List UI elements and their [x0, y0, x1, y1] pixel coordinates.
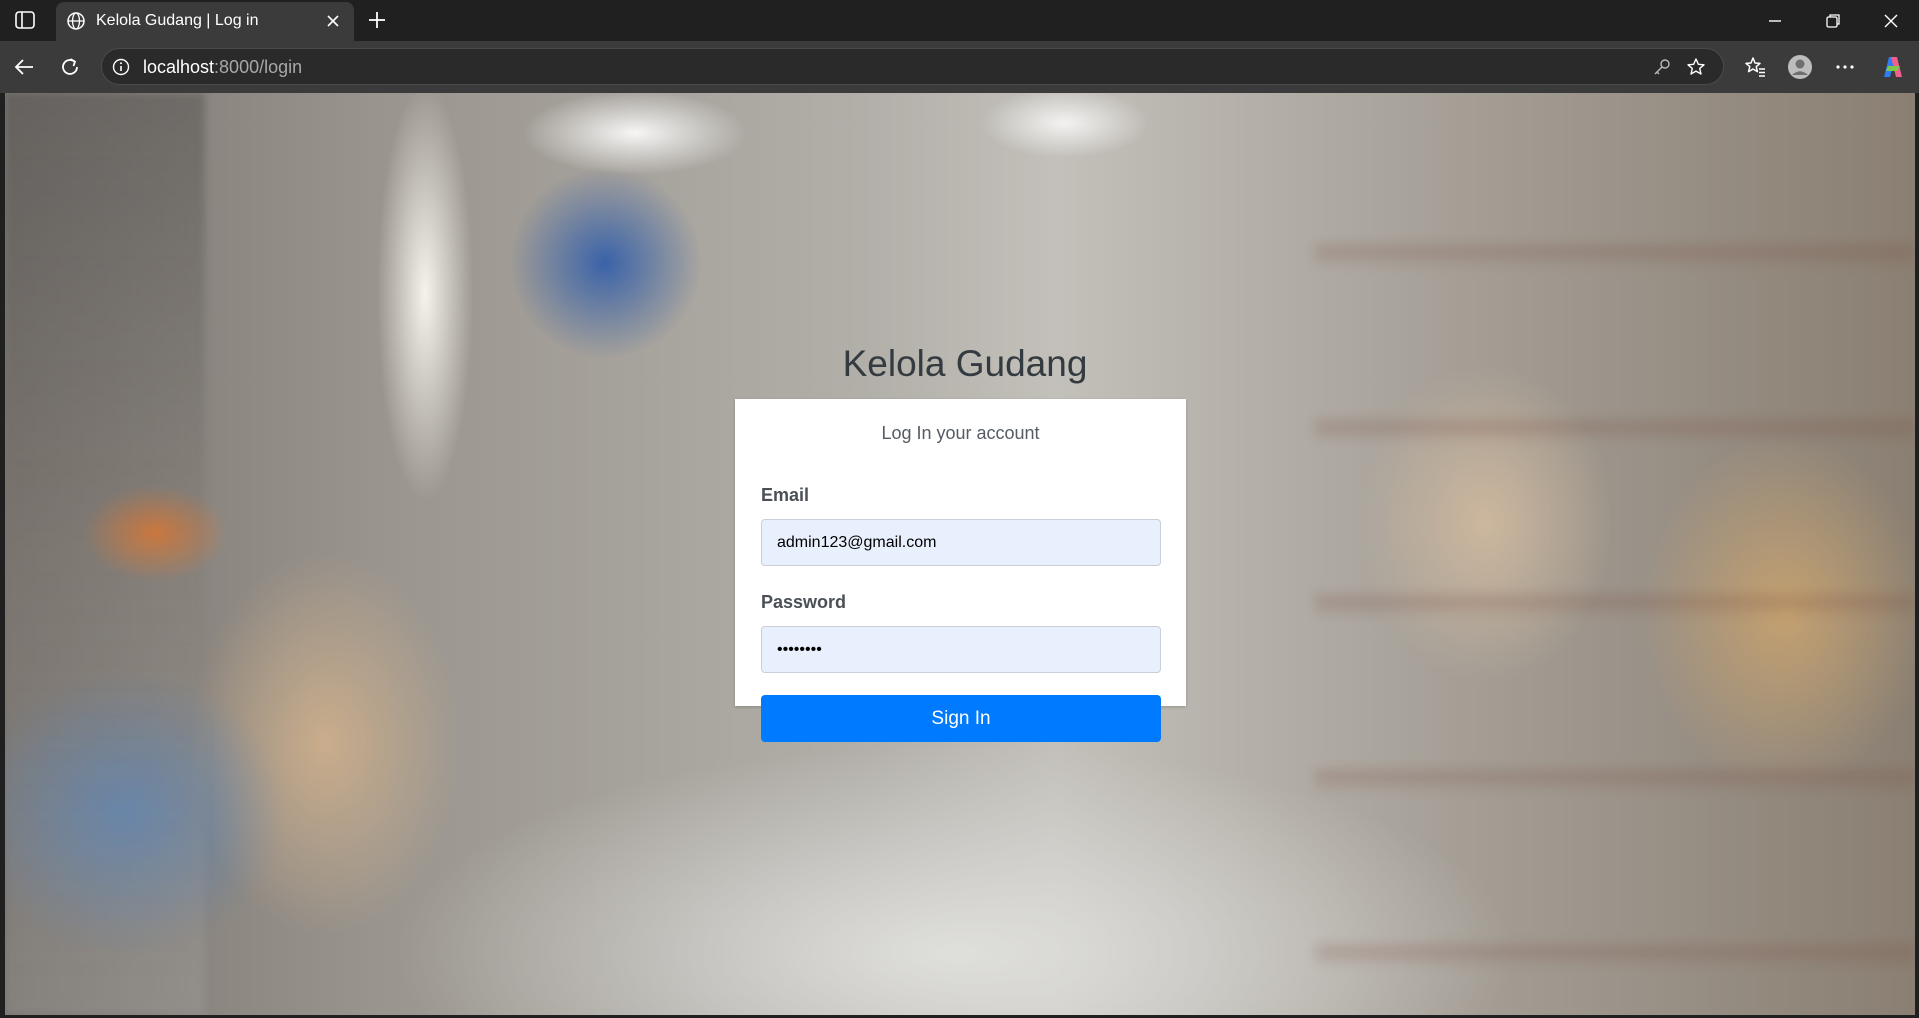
window-close-icon[interactable] — [1880, 10, 1902, 32]
copilot-icon[interactable] — [1880, 54, 1906, 80]
back-arrow-icon[interactable] — [11, 54, 37, 80]
url-host: localhost — [143, 57, 215, 77]
star-icon[interactable] — [1686, 57, 1706, 77]
tab-title: Kelola Gudang | Log in — [96, 12, 259, 29]
background-shelves-left — [5, 93, 205, 1015]
sidebar-icon[interactable] — [12, 9, 38, 31]
browser-toolbar: localhost:8000/login — [0, 41, 1919, 93]
page-viewport: Kelola Gudang Log In your account Email … — [5, 93, 1915, 1015]
login-title: Kelola Gudang — [842, 343, 1088, 384]
minimize-icon[interactable] — [1764, 10, 1786, 32]
password-field[interactable] — [761, 626, 1161, 673]
sign-in-button[interactable]: Sign In — [761, 695, 1161, 742]
background-shelves-right — [1315, 93, 1915, 1015]
plus-icon[interactable] — [366, 9, 388, 31]
password-label: Password — [761, 592, 847, 612]
profile-icon[interactable] — [1787, 54, 1813, 80]
restore-icon[interactable] — [1822, 10, 1844, 32]
info-icon[interactable] — [111, 57, 131, 77]
address-bar[interactable]: localhost:8000/login — [101, 48, 1724, 85]
url-path: :8000/login — [214, 57, 303, 77]
key-icon[interactable] — [1652, 57, 1672, 77]
reload-icon[interactable] — [57, 54, 83, 80]
favorites-icon[interactable] — [1742, 54, 1768, 80]
browser-tab[interactable]: Kelola Gudang | Log in — [56, 2, 354, 41]
email-label: Email — [761, 485, 810, 505]
login-card: Log In your account Email Password Sign … — [735, 399, 1186, 742]
close-icon[interactable] — [324, 12, 342, 30]
browser-tab-bar: Kelola Gudang | Log in — [0, 0, 1919, 41]
globe-icon — [66, 11, 86, 31]
more-icon[interactable] — [1832, 54, 1858, 80]
url-text[interactable]: localhost:8000/login — [143, 57, 302, 78]
login-subtitle: Log In your account — [881, 423, 1040, 443]
email-field[interactable] — [761, 519, 1161, 566]
